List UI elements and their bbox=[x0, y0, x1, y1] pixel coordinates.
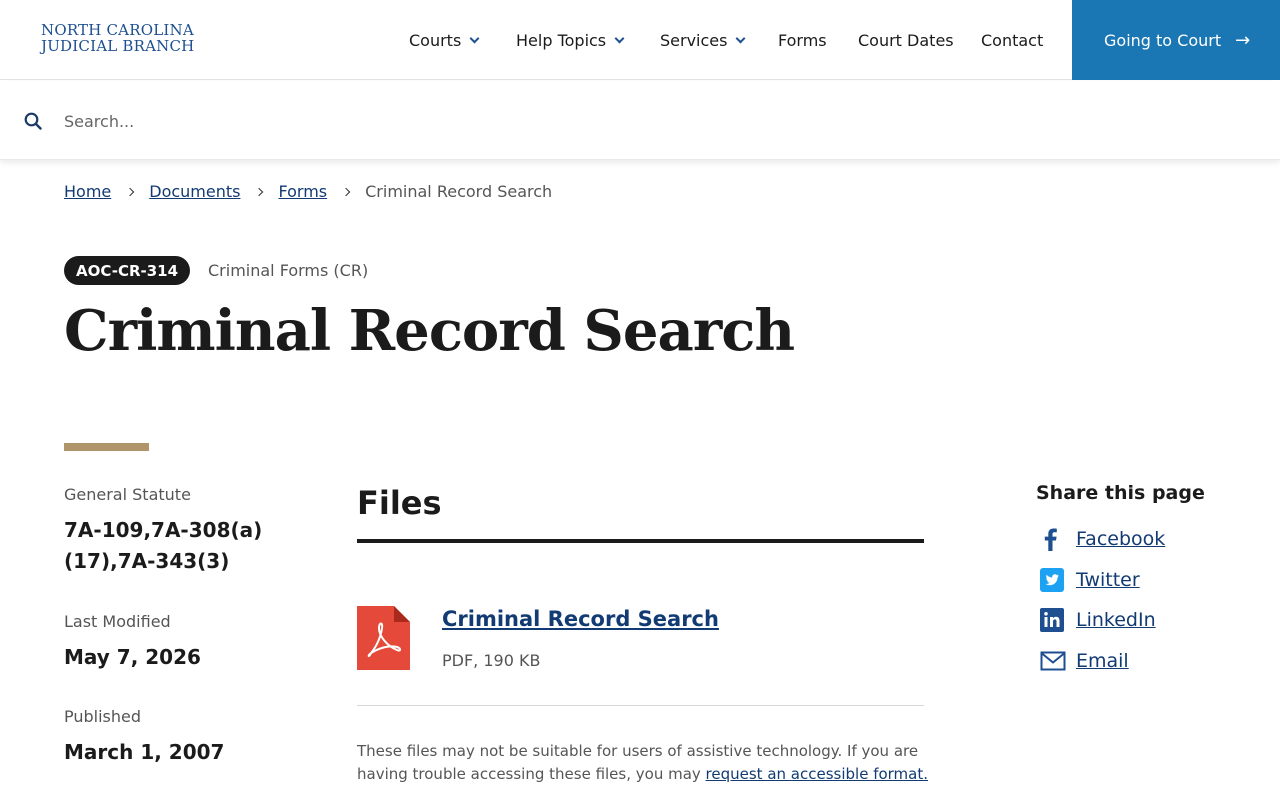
search-bar bbox=[0, 81, 1280, 160]
form-number-badge: AOC-CR-314 bbox=[64, 256, 191, 285]
search-icon[interactable] bbox=[24, 112, 42, 130]
linkedin-icon bbox=[1040, 608, 1064, 632]
form-category: Criminal Forms (CR) bbox=[208, 261, 369, 280]
nav-contact[interactable]: Contact bbox=[981, 30, 1043, 50]
modified-value: May 7, 2026 bbox=[64, 645, 201, 669]
logo-line-2: JUDICIAL BRANCH bbox=[41, 37, 195, 55]
arrow-right-icon: → bbox=[1235, 29, 1251, 51]
nav-courts[interactable]: Courts bbox=[409, 30, 480, 50]
share-linkedin[interactable]: LinkedIn bbox=[1036, 606, 1156, 634]
email-icon bbox=[1040, 651, 1066, 671]
nav-court-dates-label: Court Dates bbox=[858, 30, 954, 50]
facebook-icon bbox=[1044, 528, 1057, 551]
file-meta: PDF, 190 KB bbox=[442, 651, 541, 670]
going-to-court-button[interactable]: Going to Court → bbox=[1072, 0, 1280, 80]
share-facebook[interactable]: Facebook bbox=[1036, 525, 1165, 553]
share-email[interactable]: Email bbox=[1036, 647, 1129, 675]
files-heading: Files bbox=[357, 484, 442, 522]
chevron-down-icon bbox=[614, 33, 625, 43]
breadcrumb: Home Documents Forms Criminal Record Sea… bbox=[64, 182, 552, 201]
logo-line-1: NORTH CAROLINA bbox=[41, 21, 194, 39]
statute-value: 7A-109,7A-308(a)(17),7A-343(3) bbox=[64, 518, 263, 573]
statute-label: General Statute bbox=[64, 485, 191, 504]
share-facebook-label: Facebook bbox=[1076, 528, 1166, 550]
twitter-icon bbox=[1040, 568, 1064, 592]
nav-help-topics[interactable]: Help Topics bbox=[516, 30, 625, 50]
published-label: Published bbox=[64, 707, 142, 726]
nav-forms[interactable]: Forms bbox=[778, 30, 827, 50]
accent-divider bbox=[64, 443, 149, 451]
breadcrumb-home[interactable]: Home bbox=[64, 182, 111, 201]
share-linkedin-label: LinkedIn bbox=[1076, 609, 1156, 631]
pdf-icon[interactable] bbox=[357, 606, 410, 670]
accessibility-note: These files may not be suitable for user… bbox=[357, 740, 937, 786]
share-twitter[interactable]: Twitter bbox=[1036, 566, 1140, 594]
chevron-down-icon bbox=[736, 33, 746, 43]
nav-forms-label: Forms bbox=[778, 30, 827, 50]
modified-label: Last Modified bbox=[64, 612, 171, 631]
published-value: March 1, 2007 bbox=[64, 740, 225, 764]
site-logo[interactable]: NORTH CAROLINA JUDICIAL BRANCH bbox=[41, 22, 194, 54]
site-header: NORTH CAROLINA JUDICIAL BRANCH Courts He… bbox=[0, 0, 1280, 80]
nav-services-label: Services bbox=[660, 30, 728, 50]
accessible-format-link[interactable]: request an accessible format. bbox=[706, 765, 928, 783]
nav-services[interactable]: Services bbox=[660, 30, 746, 50]
breadcrumb-forms[interactable]: Forms bbox=[278, 182, 327, 201]
chevron-right-icon bbox=[126, 187, 135, 196]
nav-courts-label: Courts bbox=[409, 30, 462, 50]
share-twitter-label: Twitter bbox=[1076, 569, 1140, 591]
files-heading-rule bbox=[357, 539, 924, 543]
share-heading: Share this page bbox=[1036, 482, 1205, 504]
breadcrumb-current: Criminal Record Search bbox=[365, 182, 553, 201]
chevron-right-icon bbox=[255, 187, 264, 196]
file-download-link[interactable]: Criminal Record Search bbox=[442, 607, 719, 631]
breadcrumb-documents[interactable]: Documents bbox=[149, 182, 240, 201]
chevron-down-icon bbox=[469, 33, 480, 43]
files-divider bbox=[357, 705, 924, 706]
nav-court-dates[interactable]: Court Dates bbox=[858, 30, 954, 50]
page-title: Criminal Record Search bbox=[64, 298, 795, 364]
search-input[interactable] bbox=[56, 103, 1236, 139]
chevron-right-icon bbox=[341, 187, 351, 196]
nav-help-topics-label: Help Topics bbox=[516, 30, 607, 50]
share-email-label: Email bbox=[1076, 650, 1129, 672]
nav-contact-label: Contact bbox=[981, 30, 1044, 50]
going-to-court-label: Going to Court bbox=[1104, 30, 1222, 50]
